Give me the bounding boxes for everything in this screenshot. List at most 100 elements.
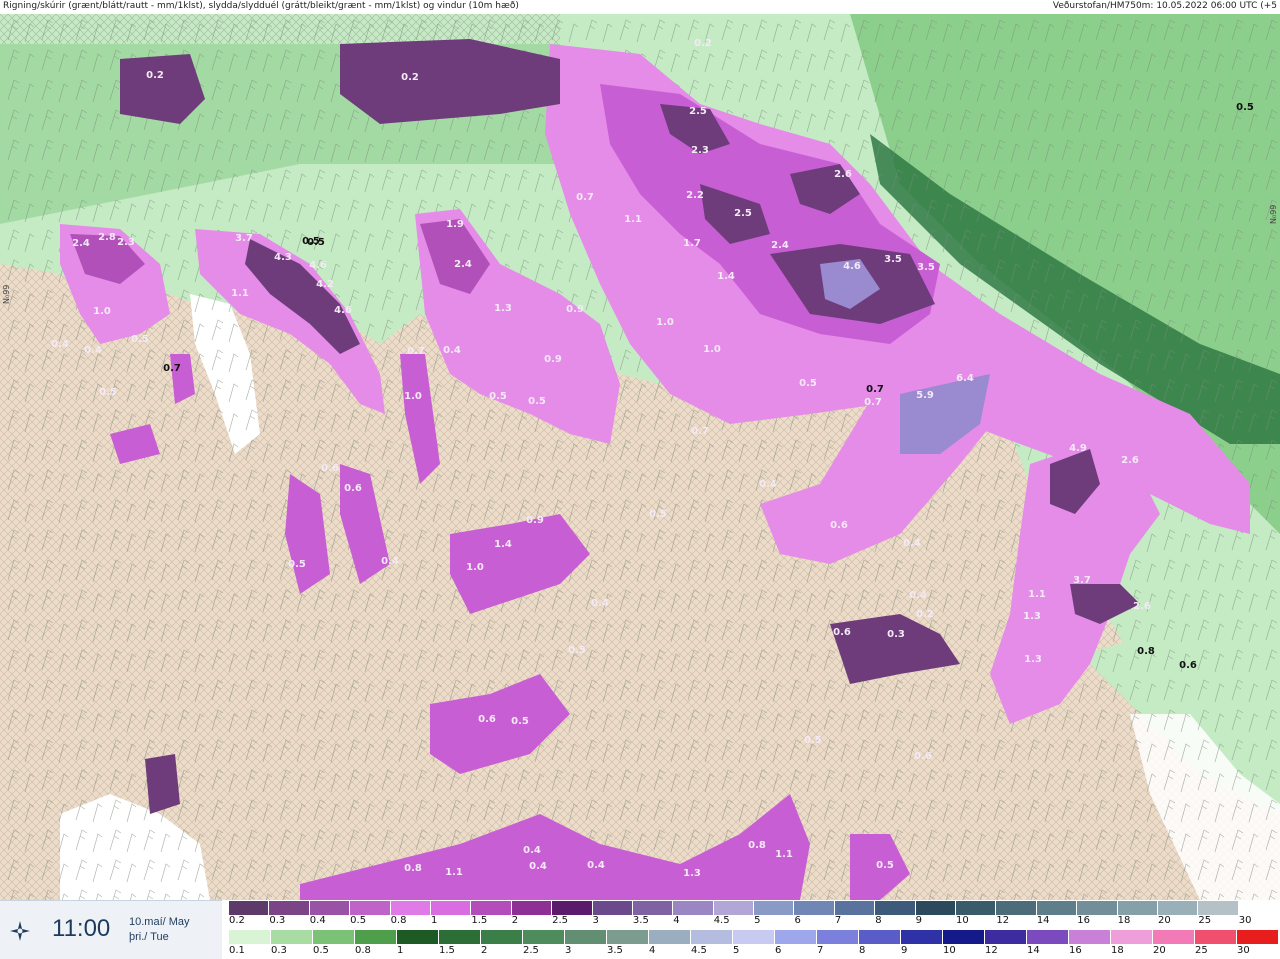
legend-label: 5 — [754, 915, 761, 926]
precip-value-label: 0.6 — [914, 751, 932, 762]
precip-value-label: 0.4 — [523, 845, 541, 856]
precip-value-label: 0.7 — [576, 192, 594, 203]
legend-label: 2.5 — [523, 945, 539, 956]
map-footer: 11:00 10.maí/ May þri./ Tue 0.2 0.3 0.4 0.5… — [0, 900, 1280, 959]
legend-swatch — [592, 901, 633, 915]
precip-value-label: 0.6 — [344, 483, 362, 494]
precip-value-label: 0.5 — [649, 509, 667, 520]
precip-value-label: 4.3 — [274, 252, 292, 263]
precip-value-label: 0.5 — [528, 396, 546, 407]
legend-label: 0.8 — [390, 915, 407, 926]
precip-value-label: 0.4 — [591, 598, 609, 609]
header-model-run: Veðurstofan/HM750m: 10.05.2022 06:00 UTC… — [1052, 1, 1277, 11]
legend-label: 0.3 — [269, 915, 286, 926]
precip-value-label: 0.8 — [1137, 646, 1155, 657]
precip-value-label: 1.4 — [494, 539, 512, 550]
precip-value-label: 0.9 — [526, 515, 544, 526]
legend-label: 25 — [1198, 915, 1212, 926]
legend-swatch — [607, 930, 649, 944]
legend-label: 3 — [565, 945, 572, 956]
legend-swatch — [271, 930, 313, 944]
legend-label: 4.5 — [691, 945, 707, 956]
legend-label: 9 — [901, 945, 908, 956]
legend-swatch — [713, 901, 755, 915]
legend-label: 3.5 — [607, 945, 623, 956]
legend-label: 20 — [1153, 945, 1166, 956]
precip-value-label: 0.7 — [691, 426, 709, 437]
legend-label: 4 — [673, 915, 680, 926]
latitude-label-right: N₀99 — [1269, 205, 1278, 224]
legend-swatch — [1077, 901, 1118, 915]
precip-value-label: 6.4 — [956, 373, 974, 384]
precip-value-label: 0.6 — [830, 520, 848, 531]
precip-value-label: 0.5 — [511, 716, 529, 727]
legend-swatch — [956, 901, 997, 915]
legend-label: 0.8 — [355, 945, 371, 956]
precip-value-label: 1.3 — [683, 868, 701, 879]
color-legend-top-labels: 0.2 0.3 0.4 0.5 0.8 1 1.5 2 2.5 3 3.5 4 4.5 5 6 7 8 9 10 12… — [229, 915, 1279, 927]
precip-value-label: 0.4 — [381, 556, 399, 567]
legend-label: 9 — [915, 915, 923, 926]
legend-swatch — [915, 901, 957, 915]
precip-value-label: 2.6 — [1133, 601, 1151, 612]
precip-value-label: 0.7 — [407, 346, 425, 357]
precip-value-label: 0.2 — [694, 38, 712, 49]
forecast-map-svg: N₀99 N₀99 0.2 0.2 0.2 2.5 2.3 2.2 2.5 2.6 0.7 1.1… — [0, 14, 1280, 900]
precip-value-label: 1.1 — [775, 849, 793, 860]
legend-swatch — [875, 901, 916, 915]
precip-value-label: 0.9 — [566, 304, 584, 315]
precip-value-label: 0.7 — [866, 384, 884, 395]
legend-swatch — [754, 901, 795, 915]
precip-value-label: 0.5 — [568, 645, 586, 656]
legend-swatch — [552, 901, 593, 915]
precip-value-label: 0.6 — [478, 714, 496, 725]
precip-value-label: 1.1 — [624, 214, 642, 225]
precip-value-label: 5.9 — [916, 390, 934, 401]
precip-value-label: 0.4 — [909, 590, 927, 601]
legend-swatch — [313, 930, 355, 944]
legend-label: 7 — [834, 915, 842, 926]
legend-swatch — [229, 901, 270, 915]
legend-label: 6 — [794, 915, 801, 926]
precip-value-label: 4.9 — [1069, 443, 1087, 454]
forecast-map[interactable]: N₀99 N₀99 0.2 0.2 0.2 2.5 2.3 2.2 2.5 2.6 0.7 1.1… — [0, 14, 1280, 900]
precip-value-label: 0.4 — [443, 345, 461, 356]
legend-swatch — [1198, 901, 1239, 915]
legend-swatch — [1111, 930, 1153, 944]
legend-swatch — [1237, 930, 1279, 944]
color-legend-bottom — [229, 930, 1279, 944]
precip-value-label: 0.9 — [544, 354, 562, 365]
precip-cell-southwest — [145, 754, 180, 814]
legend-label: 2 — [481, 945, 488, 956]
precip-value-label: 2.2 — [686, 190, 704, 201]
legend-label: 8 — [875, 915, 882, 926]
legend-swatch — [397, 930, 439, 944]
legend-swatch — [1238, 901, 1280, 915]
precip-value-label: 1.3 — [494, 303, 512, 314]
precip-value-label: 2.4 — [454, 259, 472, 270]
precip-value-label: 4.2 — [316, 279, 334, 290]
precip-value-label: 2.5 — [734, 208, 752, 219]
legend-swatch — [1195, 930, 1237, 944]
precip-value-label: 0.5 — [131, 334, 149, 345]
precip-value-label: 0.5 — [302, 236, 320, 247]
precip-value-label: 2.3 — [691, 145, 709, 156]
precip-value-label: 1.7 — [683, 238, 701, 249]
legend-swatch — [985, 930, 1027, 944]
precip-value-label: 0.8 — [748, 840, 766, 851]
legend-swatch — [350, 901, 391, 915]
precip-value-label: 3.7 — [1073, 575, 1091, 586]
legend-label: 16 — [1077, 915, 1090, 926]
legend-swatch — [1036, 901, 1078, 915]
legend-swatch — [1157, 901, 1199, 915]
legend-swatch — [733, 930, 775, 944]
precip-value-label: 2.6 — [834, 169, 852, 180]
precip-value-label: 1.0 — [466, 562, 484, 573]
legend-label: 0.4 — [309, 915, 326, 926]
legend-swatch — [471, 901, 512, 915]
legend-label: 3.5 — [632, 915, 649, 926]
legend-swatch — [1117, 901, 1158, 915]
precip-value-label: 1.0 — [404, 391, 422, 402]
precip-value-label: 0.8 — [404, 863, 422, 874]
legend-swatch — [309, 901, 351, 915]
